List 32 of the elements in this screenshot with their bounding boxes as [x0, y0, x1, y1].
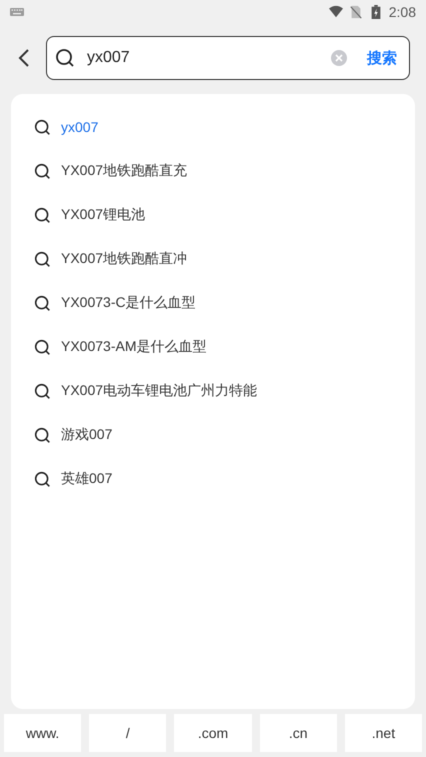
battery-icon	[368, 5, 383, 19]
suggestion-item[interactable]: YX007地铁跑酷直充	[11, 149, 415, 193]
wifi-icon	[328, 5, 343, 19]
search-icon	[34, 250, 51, 268]
search-icon	[34, 470, 51, 488]
search-icon	[34, 294, 51, 312]
suggestion-item[interactable]: 游戏007	[11, 413, 415, 457]
search-icon	[34, 382, 51, 400]
quick-key[interactable]: www.	[4, 714, 82, 752]
keyboard-icon	[10, 8, 24, 16]
suggestion-item[interactable]: YX007电动车锂电池广州力特能	[11, 369, 415, 413]
search-field[interactable]: yx007 搜索	[46, 36, 410, 80]
search-icon	[34, 338, 51, 356]
quick-key[interactable]: .com	[174, 714, 252, 752]
no-sim-icon	[348, 5, 363, 19]
search-icon	[34, 426, 51, 444]
search-icon	[34, 118, 51, 136]
suggestion-item[interactable]: YX0073-AM是什么血型	[11, 325, 415, 369]
back-icon[interactable]	[18, 48, 30, 68]
search-button[interactable]: 搜索	[367, 48, 397, 68]
search-icon	[34, 206, 51, 224]
suggestion-item[interactable]: YX007地铁跑酷直冲	[11, 237, 415, 281]
suggestion-item[interactable]: 英雄007	[11, 457, 415, 501]
quick-key[interactable]: /	[89, 714, 166, 752]
status-time: 2:08	[388, 4, 416, 20]
search-icon	[55, 48, 75, 68]
suggestion-item[interactable]: YX0073-C是什么血型	[11, 281, 415, 325]
quick-key[interactable]: .cn	[260, 714, 337, 752]
quick-key[interactable]: .net	[344, 714, 422, 752]
suggestion-item[interactable]: YX007锂电池	[11, 193, 415, 237]
search-icon	[34, 162, 51, 180]
suggestion-item[interactable]: yx007	[11, 105, 415, 149]
